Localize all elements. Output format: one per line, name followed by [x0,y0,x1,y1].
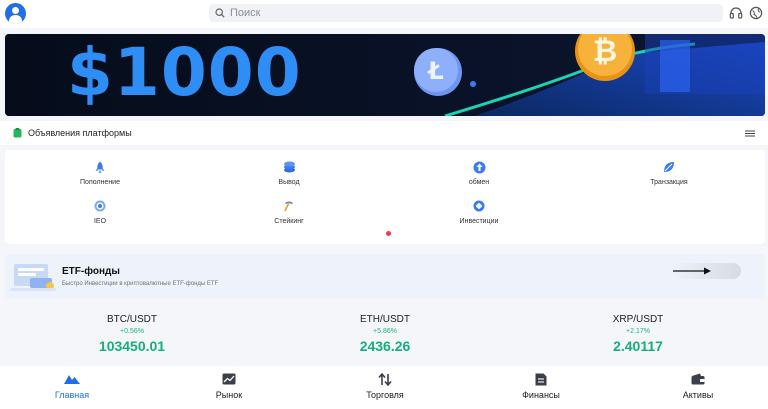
menu-lines-icon[interactable] [745,130,755,138]
svg-text:₿: ₿ [593,34,617,69]
quick-menu: Пополнение Вывод обмен Транзакция IEO Ст… [5,150,765,244]
promo-banner[interactable]: Ł ₿ $1000 [5,34,765,116]
ticker-change: +0.56% [120,328,144,335]
search-icon [215,8,225,18]
pickaxe-icon [282,199,296,213]
avatar[interactable] [5,3,26,24]
nav-label: Активы [682,390,714,400]
trade-arrows-icon [377,372,393,386]
quick-item-label: Вывод [278,179,300,186]
nav-item-home[interactable]: Главная [32,372,112,400]
rocket-icon [93,160,107,174]
coins-icon [282,160,296,174]
nav-label: Торговля [366,390,404,400]
ticker-change: +5.86% [373,328,397,335]
nav-label: Финансы [522,390,560,400]
ticker-btc[interactable]: BTC/USDT +0.56% 103450.01 [52,314,212,354]
ticker-price: 103450.01 [98,338,166,354]
nav-item-trade[interactable]: Торговля [345,372,425,400]
banner-amount: $1000 [67,34,302,111]
announcements-bar[interactable]: Объявления платформы [0,121,768,145]
ticker-change: +2.17% [626,328,650,335]
quick-item-deposit[interactable]: Пополнение [40,160,160,186]
home-mountain-icon [64,372,80,386]
svg-text:Ł: Ł [426,57,443,85]
headset-icon[interactable] [728,5,744,21]
search-placeholder: Поиск [230,7,261,19]
quick-item-label: Пополнение [80,179,120,186]
etf-card[interactable]: ETF-фонды Быстро Инвестиции в криптовалю… [5,254,765,299]
quick-item-ieo[interactable]: IEO [40,199,160,225]
announcement-icon [13,128,22,138]
avatar-head [12,7,19,14]
ticker-eth[interactable]: ETH/USDT +5.86% 2436.26 [305,314,465,354]
finance-doc-icon [533,372,549,386]
leaf-icon [662,160,676,174]
search-input[interactable]: Поиск [209,4,723,22]
target-icon [93,199,107,213]
nav-item-assets[interactable]: Активы [658,372,738,400]
ticker-xrp[interactable]: XRP/USDT +2.17% 2.40117 [558,314,718,354]
ticker-price: 2.40117 [613,338,663,354]
quick-item-label: Инвестиции [459,218,499,225]
nav-item-market[interactable]: Рынок [189,372,269,400]
quick-item-label: IEO [93,218,107,225]
market-chart-icon [221,372,237,386]
nav-item-finance[interactable]: Финансы [501,372,581,400]
quick-item-label: Стейкинг [274,218,304,225]
ticker-pair: ETH/USDT [360,314,410,325]
nav-label: Рынок [215,390,243,400]
quick-item-label: Транзакция [650,179,688,186]
etf-illustration-icon [10,264,56,291]
bottom-nav: Главная Рынок Торговля Финансы Активы [0,366,768,409]
quick-item-label: обмен [468,179,490,186]
ticker-price: 2436.26 [359,338,411,354]
announcements-label: Объявления платформы [28,128,132,138]
nav-label: Главная [54,390,90,400]
quick-item-withdraw[interactable]: Вывод [229,160,349,186]
quick-item-invest[interactable]: Инвестиции [419,199,539,225]
wallet-icon [690,372,706,386]
exchange-icon [472,160,486,174]
globe-icon[interactable] [748,5,764,21]
ticker-pair: BTC/USDT [107,314,157,325]
page-indicator-dot[interactable] [386,231,391,236]
arrow-right-icon [673,267,711,275]
ticker-pair: XRP/USDT [612,314,664,325]
etf-description: Быстро Инвестиции в криптовалютные ETF-ф… [62,281,219,287]
quick-item-exchange[interactable]: обмен [419,160,539,186]
invest-icon [472,199,486,213]
avatar-body [9,15,22,24]
etf-title: ETF-фонды [62,266,120,277]
quick-item-staking[interactable]: Стейкинг [229,199,349,225]
top-header: Поиск [0,0,768,28]
quick-item-transaction[interactable]: Транзакция [609,160,729,186]
